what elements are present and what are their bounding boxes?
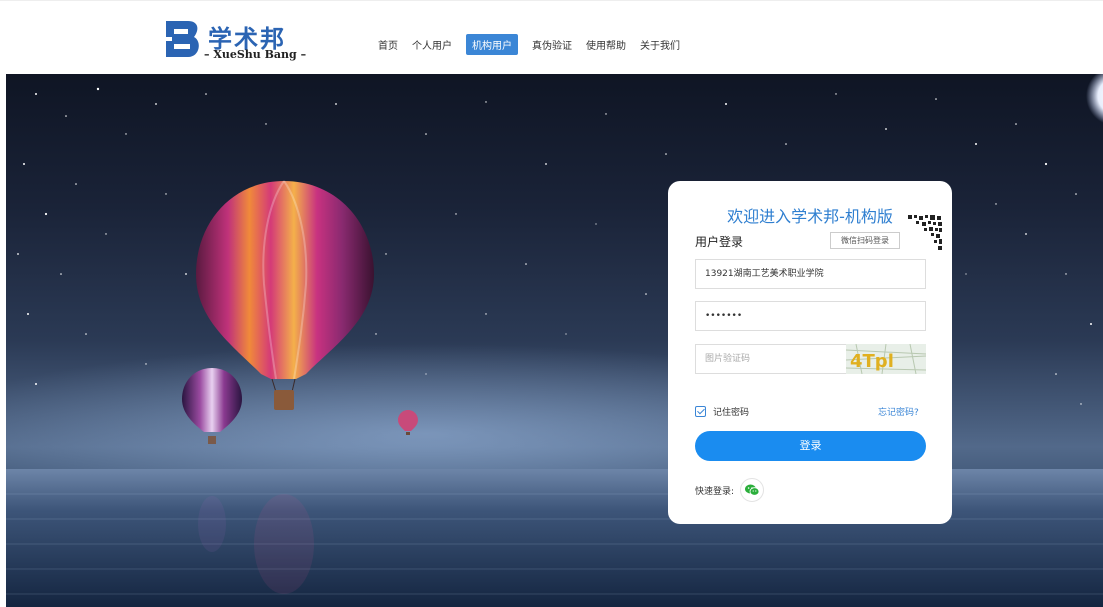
nav-item-home[interactable]: 首页 bbox=[378, 34, 398, 55]
nav-item-personal[interactable]: 个人用户 bbox=[412, 34, 452, 55]
nav-item-verify[interactable]: 真伪验证 bbox=[532, 34, 572, 55]
site-logo[interactable]: 学术邦 – XueShu Bang – bbox=[164, 15, 314, 65]
nav-item-help[interactable]: 使用帮助 bbox=[586, 34, 626, 55]
login-subtitle: 用户登录 bbox=[695, 235, 744, 249]
site-header: 学术邦 – XueShu Bang – 首页 个人用户 机构用户 真伪验证 使用… bbox=[0, 0, 1103, 74]
qr-code-icon[interactable] bbox=[904, 213, 944, 253]
login-card: 欢迎进入学术邦-机构版 用户登录 微信扫码登录 13921湖南工艺美术职业学院 … bbox=[668, 181, 952, 524]
forgot-password-link[interactable]: 忘记密码? bbox=[878, 405, 919, 418]
logo-b-icon bbox=[166, 21, 199, 57]
quick-login: 快速登录: bbox=[695, 478, 765, 502]
logo-name-en: – XueShu Bang – bbox=[204, 48, 307, 61]
remember-checkbox[interactable] bbox=[695, 406, 706, 417]
quick-login-label: 快速登录: bbox=[695, 486, 735, 497]
nav-item-about[interactable]: 关于我们 bbox=[640, 34, 680, 55]
captcha-text: 4Tpl bbox=[850, 351, 894, 372]
remember-password[interactable]: 记住密码 bbox=[695, 405, 749, 418]
remember-label: 记住密码 bbox=[713, 408, 750, 418]
login-button[interactable]: 登录 bbox=[695, 431, 926, 461]
main-nav: 首页 个人用户 机构用户 真伪验证 使用帮助 关于我们 bbox=[378, 34, 694, 55]
password-input[interactable]: ••••••• bbox=[695, 301, 926, 331]
username-input[interactable]: 13921湖南工艺美术职业学院 bbox=[695, 259, 926, 289]
wechat-scan-button[interactable]: 微信扫码登录 bbox=[830, 232, 900, 249]
captcha-image[interactable]: 4Tpl bbox=[846, 344, 926, 374]
wechat-icon[interactable] bbox=[740, 478, 765, 502]
nav-item-institution[interactable]: 机构用户 bbox=[466, 34, 518, 55]
